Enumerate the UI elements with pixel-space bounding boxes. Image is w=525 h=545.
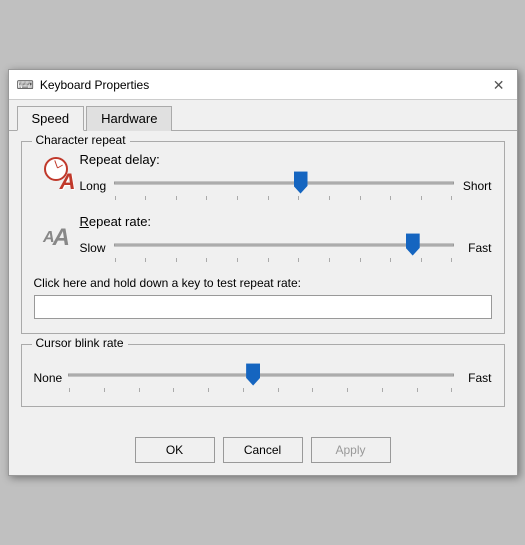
- character-repeat-label: Character repeat: [32, 133, 130, 147]
- cursor-blink-track: [68, 363, 453, 392]
- cursor-blink-thumb[interactable]: [246, 364, 260, 386]
- window-title: Keyboard Properties: [40, 78, 149, 92]
- delay-icon-wrapper: A: [34, 157, 80, 195]
- repeat-delay-left-label: Long: [80, 179, 108, 193]
- repeat-delay-label: Repeat delay:: [80, 152, 492, 167]
- repeat-delay-slider[interactable]: [114, 171, 454, 195]
- keyboard-properties-window: ⌨ Keyboard Properties ✕ Speed Hardware C…: [8, 69, 518, 476]
- cursor-blink-group: Cursor blink rate None: [21, 344, 505, 407]
- cancel-button[interactable]: Cancel: [223, 437, 303, 463]
- cursor-blink-ticks: [68, 388, 453, 392]
- tab-hardware[interactable]: Hardware: [86, 106, 172, 131]
- cursor-blink-left-label: None: [34, 371, 63, 385]
- tab-speed[interactable]: Speed: [17, 106, 85, 131]
- repeat-delay-slider-container: Long: [80, 171, 492, 200]
- repeat-rate-left-label: Slow: [80, 241, 108, 255]
- delay-a-letter: A: [60, 169, 76, 195]
- title-bar-left: ⌨ Keyboard Properties: [17, 78, 150, 92]
- test-label: Click here and hold down a key to test r…: [34, 276, 492, 290]
- repeat-rate-icon: A A: [38, 224, 76, 252]
- test-input[interactable]: [34, 295, 492, 319]
- cursor-blink-track-bg: [68, 374, 453, 377]
- repeat-rate-slider-container: Slow: [80, 233, 492, 262]
- repeat-rate-label: Repeat rate:: [80, 214, 492, 229]
- repeat-rate-control: Repeat rate: Slow: [80, 214, 492, 262]
- button-bar: OK Cancel Apply: [9, 429, 517, 475]
- test-box-section: Click here and hold down a key to test r…: [34, 276, 492, 319]
- repeat-delay-row: A Repeat delay: Long: [34, 152, 492, 200]
- ok-button[interactable]: OK: [135, 437, 215, 463]
- repeat-rate-ticks: [114, 258, 454, 262]
- repeat-delay-thumb[interactable]: [294, 172, 308, 194]
- repeat-rate-track-bg: [114, 244, 454, 247]
- cursor-blink-slider[interactable]: [68, 363, 453, 387]
- tab-bar: Speed Hardware: [9, 100, 517, 131]
- cursor-blink-label: Cursor blink rate: [32, 336, 128, 350]
- rate-icon-wrapper: A A: [34, 224, 80, 252]
- repeat-delay-track: [114, 171, 454, 200]
- character-repeat-group: Character repeat A: [21, 141, 505, 334]
- repeat-delay-right-label: Short: [460, 179, 492, 193]
- close-button[interactable]: ✕: [489, 78, 509, 92]
- cursor-blink-slider-container: None: [34, 363, 492, 392]
- repeat-delay-track-bg: [114, 182, 454, 185]
- tab-content: Character repeat A: [9, 131, 517, 429]
- repeat-rate-track: [114, 233, 454, 262]
- repeat-rate-right-label: Fast: [460, 241, 492, 255]
- repeat-rate-slider[interactable]: [114, 233, 454, 257]
- title-bar: ⌨ Keyboard Properties ✕: [9, 70, 517, 100]
- apply-button[interactable]: Apply: [311, 437, 391, 463]
- cursor-blink-right-label: Fast: [460, 371, 492, 385]
- repeat-rate-thumb[interactable]: [406, 234, 420, 256]
- keyboard-icon: ⌨: [17, 78, 34, 92]
- repeat-rate-row: A A Repeat rate: Slow: [34, 214, 492, 262]
- repeat-delay-control: Repeat delay: Long: [80, 152, 492, 200]
- repeat-delay-ticks: [114, 196, 454, 200]
